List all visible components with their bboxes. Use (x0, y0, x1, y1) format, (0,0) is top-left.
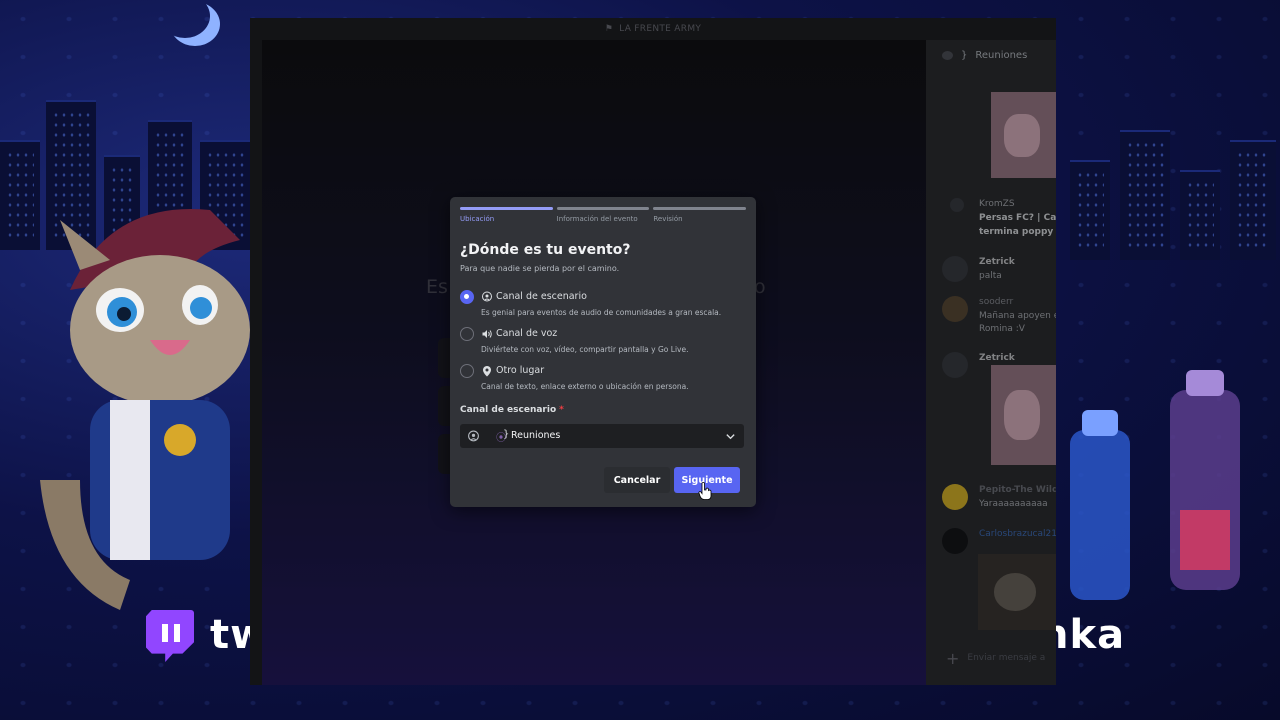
option-label: Otro lugar (496, 365, 545, 376)
hand-cursor-icon (698, 482, 712, 500)
step-label: Revisión (653, 215, 683, 223)
stage-icon (482, 291, 492, 302)
spray-cans-illustration (1070, 370, 1240, 600)
city-skyline-right (1050, 120, 1280, 260)
option-description: Es genial para eventos de audio de comun… (481, 308, 722, 317)
step-label: Información del evento (556, 215, 638, 223)
selected-channel: Reuniones (511, 430, 561, 441)
option-label: Canal de escenario (496, 291, 587, 302)
wizard-steps: Ubicación Información del evento Revisió… (460, 207, 747, 223)
stage-channel-field-label: Canal de escenario * (460, 405, 564, 415)
step-progress-bar (653, 207, 747, 210)
chevron-down-icon (726, 434, 735, 440)
speaker-icon (482, 330, 492, 338)
cancel-button[interactable]: Cancelar (604, 467, 670, 493)
step-event-info: Información del evento (556, 207, 650, 223)
stage-icon (468, 430, 479, 442)
stage-channel-select[interactable]: ⦿ } Reuniones (460, 424, 744, 448)
option-other-location[interactable]: Otro lugar Canal de texto, enlace extern… (460, 364, 746, 398)
radio-button[interactable] (460, 364, 474, 378)
modal-subtitle: Para que nadie se pierda por el camino. (460, 264, 620, 273)
radio-button-selected[interactable] (460, 290, 474, 304)
option-stage-channel[interactable]: Canal de escenario Es genial para evento… (460, 290, 746, 324)
field-label-text: Canal de escenario (460, 405, 557, 415)
step-review: Revisión (653, 207, 747, 223)
step-label: Ubicación (460, 215, 495, 223)
step-progress-bar (460, 207, 553, 210)
create-event-modal: Ubicación Información del evento Revisió… (450, 197, 756, 507)
radio-button[interactable] (460, 327, 474, 341)
location-pin-icon (483, 366, 491, 377)
cat-mascot-illustration (40, 209, 250, 610)
channel-bracket: } (503, 429, 510, 440)
option-description: Diviértete con voz, vídeo, compartir pan… (481, 345, 689, 354)
required-marker: * (559, 405, 564, 415)
step-location: Ubicación (460, 207, 553, 223)
modal-title: ¿Dónde es tu evento? (460, 242, 631, 258)
option-description: Canal de texto, enlace externo o ubicaci… (481, 382, 689, 391)
step-progress-bar (556, 207, 650, 210)
option-voice-channel[interactable]: Canal de voz Diviértete con voz, vídeo, … (460, 327, 746, 361)
option-label: Canal de voz (496, 328, 558, 339)
